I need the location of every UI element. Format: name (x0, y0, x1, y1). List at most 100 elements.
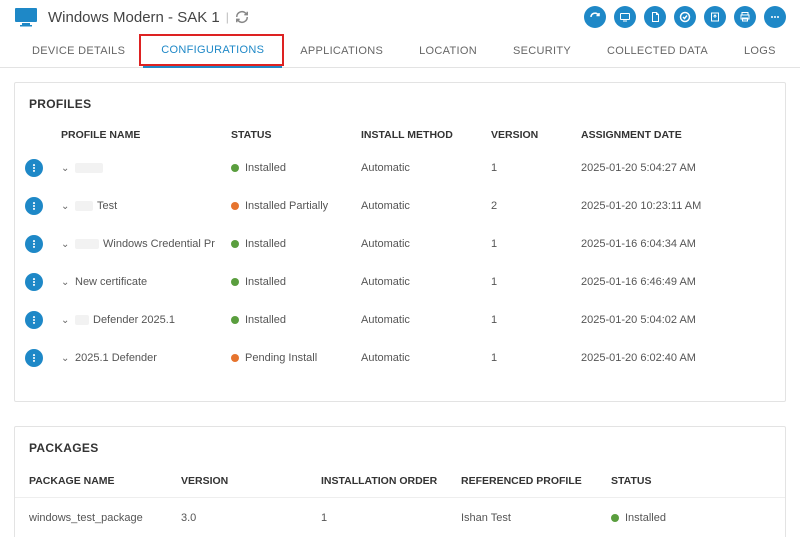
col-install-method: INSTALL METHOD (355, 121, 485, 149)
install-method: Automatic (355, 225, 485, 263)
col-install-order: INSTALLATION ORDER (315, 465, 455, 498)
status-text: Installed (245, 314, 286, 326)
version: 1 (485, 263, 575, 301)
tab-security[interactable]: SECURITY (495, 33, 589, 67)
status-text: Pending Install (245, 352, 317, 364)
profile-name: Defender 2025.1 (93, 314, 175, 326)
profiles-heading: PROFILES (15, 83, 785, 121)
packages-panel: PACKAGES PACKAGE NAME VERSION INSTALLATI… (14, 426, 786, 537)
assignment-date: 2025-01-16 6:46:49 AM (575, 263, 785, 301)
action-more-icon[interactable] (764, 6, 786, 28)
device-monitor-icon (14, 7, 38, 27)
row-actions-icon[interactable] (25, 273, 43, 291)
status-dot-icon (231, 354, 239, 362)
status-dot-icon (231, 240, 239, 248)
action-sync-icon[interactable] (584, 6, 606, 28)
col-assignment-date: ASSIGNMENT DATE (575, 121, 785, 149)
install-method: Automatic (355, 149, 485, 187)
tabs-bar: DEVICE DETAILS CONFIGURATIONS APPLICATIO… (0, 32, 800, 68)
refresh-icon[interactable] (235, 10, 249, 24)
chevron-down-icon[interactable]: ⌄ (61, 163, 69, 174)
col-ref-profile: REFERENCED PROFILE (455, 465, 605, 498)
status-text: Installed (245, 238, 286, 250)
redacted-text (75, 239, 99, 249)
header-actions (584, 6, 786, 28)
chevron-down-icon[interactable]: ⌄ (61, 239, 69, 250)
row-actions-icon[interactable] (25, 197, 43, 215)
version: 1 (485, 149, 575, 187)
col-profile-name: PROFILE NAME (55, 121, 225, 149)
assignment-date: 2025-01-20 10:23:11 AM (575, 187, 785, 225)
tab-device-details[interactable]: DEVICE DETAILS (14, 33, 143, 67)
status-dot-icon (231, 164, 239, 172)
action-screen-icon[interactable] (614, 6, 636, 28)
profile-name: Windows Credential Pr (103, 238, 215, 250)
tab-location[interactable]: LOCATION (401, 33, 495, 67)
row-actions-icon[interactable] (25, 311, 43, 329)
col-package-status: STATUS (605, 465, 785, 498)
status-text: Installed Partially (245, 200, 328, 212)
install-method: Automatic (355, 187, 485, 225)
install-method: Automatic (355, 263, 485, 301)
install-method: Automatic (355, 339, 485, 377)
redacted-text (75, 163, 103, 173)
version: 1 (485, 301, 575, 339)
title-separator: | (226, 10, 229, 24)
col-version: VERSION (485, 121, 575, 149)
status-text: Installed (245, 162, 286, 174)
profiles-table: PROFILE NAME STATUS INSTALL METHOD VERSI… (15, 121, 785, 377)
assignment-date: 2025-01-20 5:04:27 AM (575, 149, 785, 187)
chevron-down-icon[interactable]: ⌄ (61, 353, 69, 364)
install-order: 1 (315, 498, 455, 537)
chevron-down-icon[interactable]: ⌄ (61, 201, 69, 212)
tab-applications[interactable]: APPLICATIONS (282, 33, 401, 67)
table-row: ⌄ Test Installed Partially Automatic22025-0… (15, 187, 785, 225)
package-version: 3.0 (175, 498, 315, 537)
referenced-profile: Ishan Test (455, 498, 605, 537)
profile-name: 2025.1 Defender (75, 352, 157, 364)
status-dot-icon (231, 316, 239, 324)
col-status: STATUS (225, 121, 355, 149)
table-row: ⌄ Installed Automatic12025-01-20 5:04:27 A… (15, 149, 785, 187)
status-dot-icon (231, 202, 239, 210)
redacted-text (75, 201, 93, 211)
version: 1 (485, 339, 575, 377)
chevron-down-icon[interactable]: ⌄ (61, 277, 69, 288)
col-package-version: VERSION (175, 465, 315, 498)
status-text: Installed (245, 276, 286, 288)
row-actions-icon[interactable] (25, 349, 43, 367)
version: 1 (485, 225, 575, 263)
tab-collected-data[interactable]: COLLECTED DATA (589, 33, 726, 67)
profiles-panel: PROFILES PROFILE NAME STATUS INSTALL MET… (14, 82, 786, 402)
row-actions-icon[interactable] (25, 235, 43, 253)
table-row: windows_test_package3.01Ishan Test Instal… (15, 498, 785, 537)
profile-name: New certificate (75, 276, 147, 288)
action-check-icon[interactable] (674, 6, 696, 28)
col-package-name: PACKAGE NAME (15, 465, 175, 498)
status-dot-icon (231, 278, 239, 286)
profile-name: Test (97, 200, 117, 212)
table-row: ⌄ Windows Credential Pr Installed Automatic… (15, 225, 785, 263)
install-method: Automatic (355, 301, 485, 339)
tab-configurations[interactable]: CONFIGURATIONS (143, 32, 282, 68)
assignment-date: 2025-01-16 6:04:34 AM (575, 225, 785, 263)
page-title: Windows Modern - SAK 1 (48, 9, 220, 26)
status-dot-icon (611, 514, 619, 522)
table-row: ⌄ 2025.1 Defender Pending Install Automatic… (15, 339, 785, 377)
package-name: windows_test_package (15, 498, 175, 537)
tab-notes[interactable]: NOTES (794, 33, 800, 67)
action-doc-icon[interactable] (644, 6, 666, 28)
status-text: Installed (625, 512, 666, 524)
chevron-down-icon[interactable]: ⌄ (61, 315, 69, 326)
action-export-icon[interactable] (704, 6, 726, 28)
packages-heading: PACKAGES (15, 427, 785, 465)
action-print-icon[interactable] (734, 6, 756, 28)
row-actions-icon[interactable] (25, 159, 43, 177)
assignment-date: 2025-01-20 5:04:02 AM (575, 301, 785, 339)
table-row: ⌄ Defender 2025.1 Installed Automatic12025-… (15, 301, 785, 339)
tab-logs[interactable]: LOGS (726, 33, 794, 67)
table-row: ⌄ New certificate Installed Automatic12025-… (15, 263, 785, 301)
packages-table: PACKAGE NAME VERSION INSTALLATION ORDER … (15, 465, 785, 537)
version: 2 (485, 187, 575, 225)
assignment-date: 2025-01-20 6:02:40 AM (575, 339, 785, 377)
